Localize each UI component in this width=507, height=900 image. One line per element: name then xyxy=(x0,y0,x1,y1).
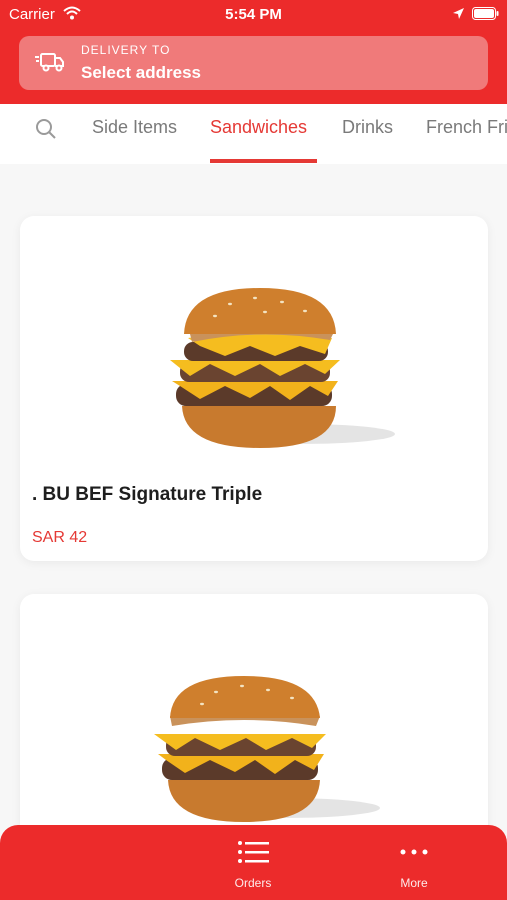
more-dots-icon xyxy=(398,849,430,869)
app-header: Carrier 5:54 PM DELIVERY TO Select addre… xyxy=(0,0,507,104)
battery-icon xyxy=(472,7,499,25)
nav-more-label: More xyxy=(400,876,428,890)
tab-drinks[interactable]: Drinks xyxy=(342,117,393,138)
list-icon xyxy=(237,841,269,869)
status-time: 5:54 PM xyxy=(225,6,282,23)
nav-orders-label: Orders xyxy=(234,876,272,890)
bottom-nav: Orders More xyxy=(0,825,507,900)
product-card[interactable]: . BU BEF Signature Triple SAR 42 xyxy=(20,216,488,561)
active-tab-indicator xyxy=(210,159,317,163)
product-card[interactable] xyxy=(20,594,488,854)
delivery-to-label: DELIVERY TO xyxy=(81,43,171,57)
category-tabs: Side Items Sandwiches Drinks French Fri xyxy=(0,104,507,164)
address-text: Select address xyxy=(81,63,202,82)
product-name: . BU BEF Signature Triple xyxy=(32,484,263,505)
tab-french-fries[interactable]: French Fri xyxy=(426,117,507,138)
nav-orders[interactable]: Orders xyxy=(208,839,298,890)
tab-side-items[interactable]: Side Items xyxy=(92,117,177,138)
burger-image xyxy=(20,594,488,854)
burger-image xyxy=(20,216,488,476)
delivery-address-selector[interactable]: DELIVERY TO Select address xyxy=(19,36,488,90)
nav-more[interactable]: More xyxy=(369,839,459,890)
product-price: SAR 42 xyxy=(32,529,88,546)
search-icon[interactable] xyxy=(35,118,57,145)
tab-sandwiches[interactable]: Sandwiches xyxy=(210,117,307,138)
location-arrow-icon xyxy=(452,7,465,25)
status-bar: Carrier 5:54 PM xyxy=(0,0,507,30)
delivery-truck-icon xyxy=(35,51,65,78)
